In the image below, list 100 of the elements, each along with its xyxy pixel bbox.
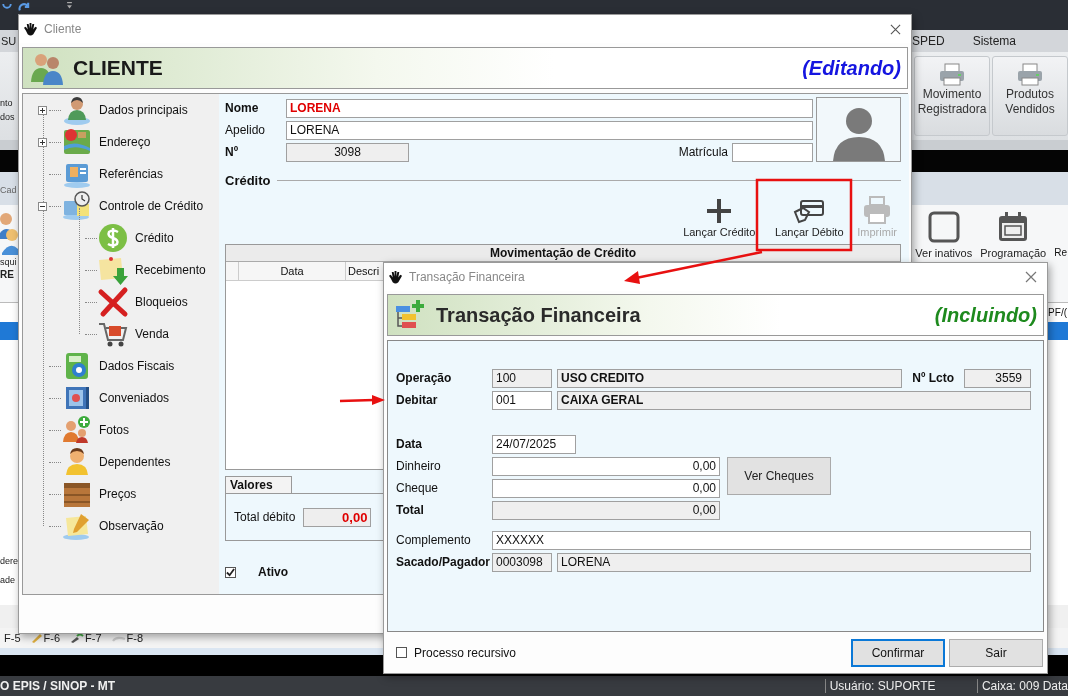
nickname-field[interactable]: LORENA: [286, 120, 813, 140]
view-checks-button[interactable]: Ver Cheques: [727, 457, 831, 495]
people-add-icon: [61, 414, 93, 446]
ribbon-button[interactable]: Movimento Registradora: [914, 56, 990, 136]
label: RE: [0, 269, 15, 280]
tree-item[interactable]: Bloqueios: [97, 286, 188, 318]
label: squi: [0, 257, 18, 267]
entry-number-field: 3559: [964, 368, 1031, 388]
ribbon-label: nto: [0, 98, 14, 108]
toolbar-button[interactable]: Lançar Crédito: [681, 192, 758, 242]
brush-icon: [70, 633, 84, 643]
clock-icon: [61, 190, 93, 222]
calendar-icon: [997, 211, 1030, 243]
pointer-arrow: [339, 395, 385, 405]
field-label: Nome: [225, 101, 260, 115]
printer-icon: [862, 196, 893, 224]
ribbon-label: dos: [0, 112, 16, 122]
account-code-field[interactable]: 001: [492, 390, 552, 410]
table-title: Movimentação de Crédito: [226, 245, 900, 262]
field-label: Total débito: [234, 510, 296, 524]
account-name-field: CAIXA GERAL: [557, 390, 1031, 410]
checkbox[interactable]: [396, 647, 407, 658]
field-label: Nº: [225, 145, 240, 159]
field-label: Debitar: [396, 393, 439, 407]
label: dere: [0, 556, 18, 566]
dropdown-icon[interactable]: [67, 2, 72, 10]
function-key[interactable]: F-7: [70, 632, 102, 644]
menu-item[interactable]: SU: [0, 35, 18, 47]
printer-icon: [938, 63, 966, 87]
expand-toggle[interactable]: [38, 201, 47, 211]
dialog-button[interactable]: Confirmar: [851, 638, 945, 667]
person-icon: [61, 94, 93, 126]
amount-field[interactable]: 0,00: [492, 456, 720, 476]
column-header: PF/(: [1048, 307, 1067, 318]
close-icon[interactable]: [890, 23, 901, 35]
mode-label: (Editando): [802, 56, 901, 80]
tree-item[interactable]: Dados principais: [61, 94, 188, 126]
status-text: Caixa: 009 Data: [976, 679, 1068, 693]
ribbon-button[interactable]: Produtos Vendidos: [992, 56, 1068, 136]
total-field: 0,00: [303, 507, 372, 527]
name-field[interactable]: LORENA: [286, 98, 813, 118]
hand-icon: [23, 21, 38, 37]
window-title: Transação Financeira: [409, 270, 525, 284]
payer-code-field: 0003098: [492, 552, 552, 572]
tree-item[interactable]: Dados Fiscais: [61, 350, 175, 382]
tree-item[interactable]: Referências: [61, 158, 164, 190]
dialog-button[interactable]: Sair: [949, 638, 1043, 667]
function-key[interactable]: F-8: [111, 632, 143, 644]
function-key[interactable]: F-6: [30, 632, 60, 644]
field-label: Operação: [396, 371, 453, 385]
redo-icon[interactable]: [17, 2, 31, 12]
close-icon[interactable]: [1025, 271, 1037, 283]
expand-toggle[interactable]: [38, 105, 47, 115]
expand-toggle[interactable]: [38, 137, 47, 147]
menu-item[interactable]: SPED: [911, 34, 945, 48]
tree-item[interactable]: Endereço: [61, 126, 151, 158]
toolbar-label[interactable]: Re: [1054, 247, 1067, 258]
toolbar-button[interactable]: Programação: [980, 211, 1047, 259]
field-label: Complemento: [396, 533, 472, 547]
toolbar-button[interactable]: Lançar Débito: [763, 192, 856, 242]
checkbox[interactable]: [225, 566, 236, 578]
tree-item[interactable]: Recebimento: [97, 254, 206, 286]
undo-icon[interactable]: [1, 2, 13, 12]
status-text: Usuário: SUPORTE: [824, 679, 977, 693]
field-label: Sacado/Pagador: [396, 555, 492, 569]
field-label: Matrícula: [678, 145, 728, 159]
tab[interactable]: Cad: [0, 185, 17, 205]
window-heading: Transação Financeira: [436, 303, 641, 327]
tree-item[interactable]: Conveniados: [61, 382, 170, 414]
section-title: Crédito: [225, 173, 271, 188]
amount-field: 0,00: [492, 500, 720, 520]
mode-label: (Incluindo): [934, 303, 1037, 327]
amount-field[interactable]: 0,00: [492, 478, 720, 498]
function-key[interactable]: F-5: [4, 632, 21, 644]
label: ade: [0, 575, 17, 585]
tree-item[interactable]: Controle de Crédito: [61, 190, 204, 222]
field-label: Data: [396, 437, 423, 451]
complement-field[interactable]: XXXXXX: [492, 530, 1031, 550]
tree-item[interactable]: Venda: [97, 318, 170, 350]
field-label: Apelido: [225, 123, 267, 137]
toolbar-button[interactable]: Ver inativos: [915, 211, 973, 259]
window-title: Cliente: [44, 22, 82, 36]
date-field[interactable]: 24/07/2025: [492, 434, 576, 454]
note-arrow-icon: [97, 254, 129, 286]
registration-field[interactable]: [732, 142, 813, 162]
tree-item[interactable]: Preços: [61, 478, 137, 510]
number-field[interactable]: 3098: [286, 142, 409, 162]
tree-item[interactable]: Crédito: [97, 222, 174, 254]
operation-code-field[interactable]: 100: [492, 368, 552, 388]
plus-icon: [706, 198, 733, 224]
menu-item[interactable]: Sistema: [972, 34, 1016, 48]
card-icon: [793, 198, 826, 224]
tree-item[interactable]: Observação: [61, 510, 164, 542]
group-tab[interactable]: Valores: [225, 476, 292, 493]
tree-item[interactable]: Fotos: [61, 414, 129, 446]
status-text: O EPIS / SINOP - MT: [0, 679, 117, 693]
tree-item[interactable]: Dependentes: [61, 446, 171, 478]
hand-icon: [388, 269, 403, 285]
checkbox-label: Ativo: [258, 565, 288, 579]
checkbox-icon: [927, 211, 960, 243]
